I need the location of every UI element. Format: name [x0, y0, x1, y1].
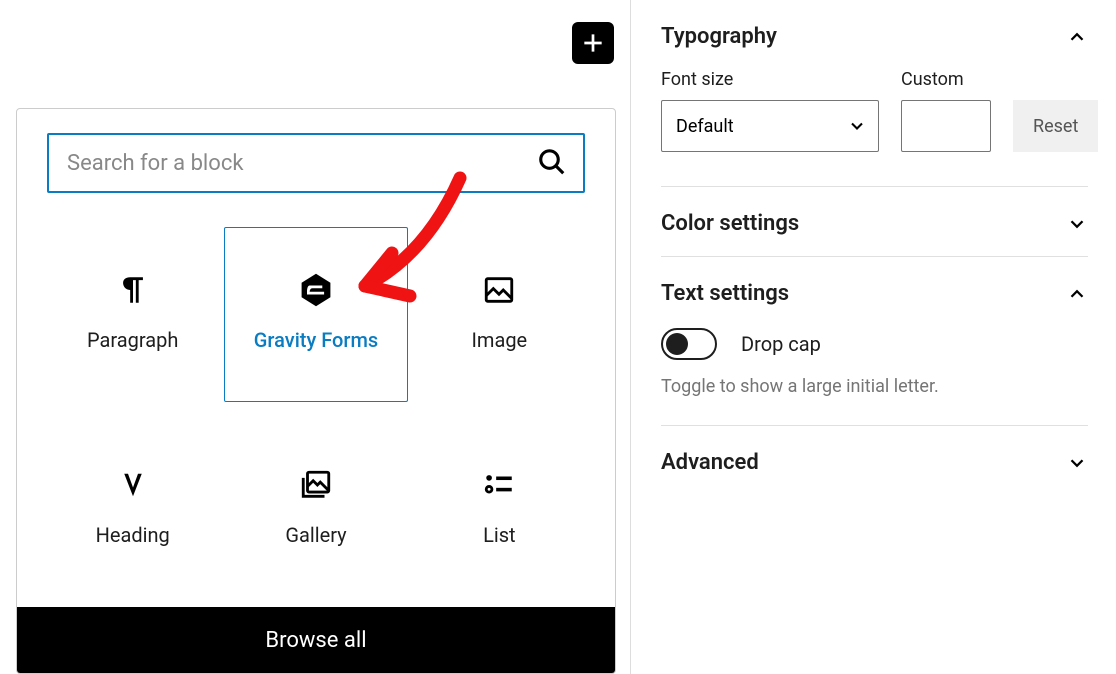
plus-icon [580, 30, 606, 56]
heading-icon [115, 467, 151, 503]
block-heading[interactable]: Heading [41, 422, 224, 597]
custom-size-label: Custom [901, 69, 991, 90]
font-size-label: Font size [661, 69, 879, 90]
search-input[interactable] [47, 133, 585, 193]
block-label: Image [471, 328, 527, 352]
text-settings-panel-toggle[interactable]: Text settings [661, 257, 1088, 326]
block-label: Gallery [285, 523, 346, 547]
color-settings-panel-toggle[interactable]: Color settings [661, 187, 1088, 256]
panel-title: Typography [661, 24, 777, 49]
chevron-up-icon [1066, 26, 1088, 48]
block-label: List [483, 523, 516, 547]
custom-size-input[interactable] [901, 100, 991, 152]
block-image[interactable]: Image [408, 227, 591, 402]
list-icon [481, 467, 517, 503]
typography-panel-toggle[interactable]: Typography [661, 0, 1088, 69]
block-label: Paragraph [87, 328, 178, 352]
block-inserter-panel: Paragraph Gravity Forms Image Heading [16, 108, 616, 674]
font-size-select[interactable]: Default [661, 100, 879, 152]
panel-title: Advanced [661, 450, 759, 475]
dropcap-help-text: Toggle to show a large initial letter. [661, 376, 1088, 425]
reset-button[interactable]: Reset [1013, 100, 1098, 152]
chevron-up-icon [1066, 283, 1088, 305]
paragraph-icon [115, 272, 151, 308]
dropcap-label: Drop cap [741, 332, 821, 356]
block-list[interactable]: List [408, 422, 591, 597]
browse-all-button[interactable]: Browse all [17, 607, 615, 673]
add-block-button[interactable] [572, 22, 614, 64]
dropcap-toggle[interactable] [661, 328, 717, 360]
block-label: Gravity Forms [254, 328, 378, 352]
chevron-down-icon [1066, 452, 1088, 474]
block-paragraph[interactable]: Paragraph [41, 227, 224, 402]
advanced-panel-toggle[interactable]: Advanced [661, 426, 1088, 495]
settings-sidebar: Typography Font size Default Custom Rese… [630, 0, 1116, 674]
gallery-icon [298, 467, 334, 503]
gravity-forms-icon [298, 272, 334, 308]
block-gravity-forms[interactable]: Gravity Forms [224, 227, 407, 402]
image-icon [481, 272, 517, 308]
block-gallery[interactable]: Gallery [224, 422, 407, 597]
block-label: Heading [96, 523, 170, 547]
chevron-down-icon [1066, 213, 1088, 235]
panel-title: Text settings [661, 281, 789, 306]
panel-title: Color settings [661, 211, 799, 236]
